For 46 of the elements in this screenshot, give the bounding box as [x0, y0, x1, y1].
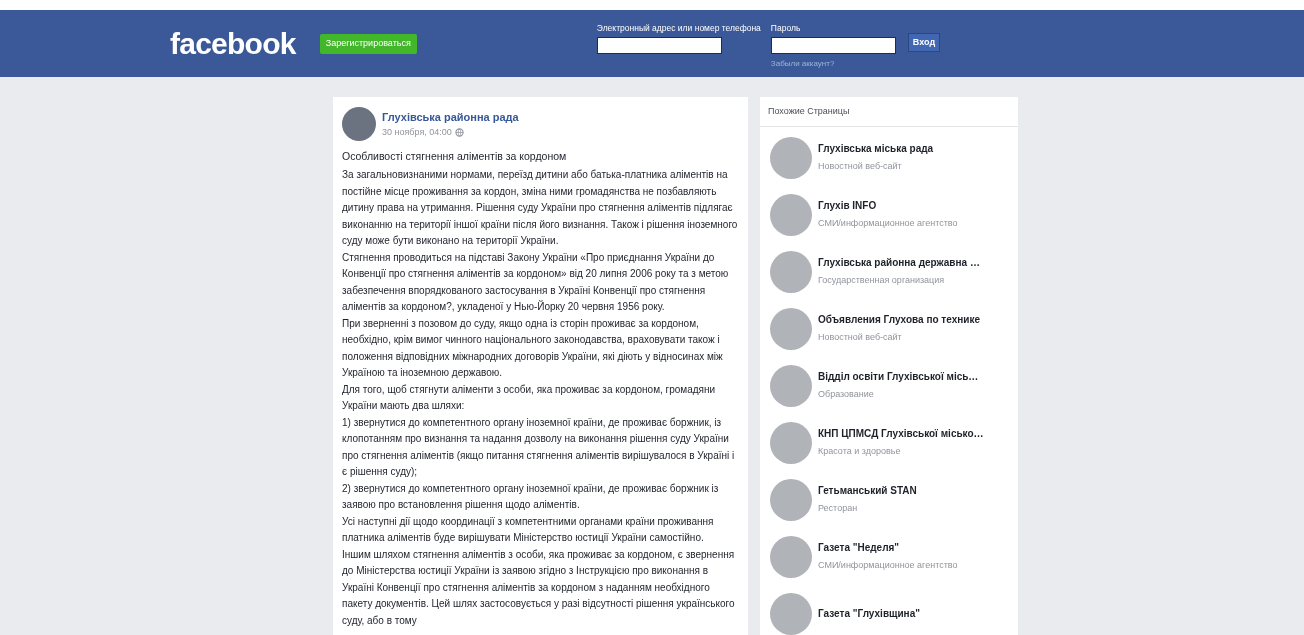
- post-title: Особливості стягнення аліментів за кордоном: [342, 149, 568, 164]
- related-pages-title: Похожие Страницы: [760, 97, 1018, 127]
- page-name-link[interactable]: Глухівська міська рада: [818, 142, 934, 156]
- facebook-logo[interactable]: facebook: [170, 28, 296, 59]
- email-label: Электронный адрес или номер телефона: [596, 22, 761, 34]
- page-name-link[interactable]: Глухівська районна державна …: [818, 256, 980, 270]
- page-category: Образование: [818, 388, 875, 401]
- page-category: Государственная организация: [818, 274, 946, 287]
- post-paragraph: 1) звернутися до компетентного органу іноземної країни, де проживає боржник, із клопотанням про визнання та надання дозволу на виконання рішення суду України про стягнення аліментів (якщо питання стягнення аліментів вирішувалося в Україні і є рішення суду);: [342, 415, 736, 479]
- post-paragraph: При зверненні з позовом до суду, якщо одна із сторін проживає за кордоном, необхідно, крім вимог чинного національного законодавства, враховувати також і положення відповідних міжнародних договорів України, які діють у відносинах між Україною та іноземною державою.: [342, 316, 724, 380]
- password-label: Пароль: [770, 22, 802, 34]
- page-avatar: [770, 307, 812, 350]
- page-name-link[interactable]: Газета "Глухівщина": [818, 606, 920, 621]
- page-avatar: [770, 421, 812, 464]
- page-avatar: [770, 592, 812, 635]
- page-category: СМИ/информационное агентство: [818, 217, 958, 230]
- page-category: Красота и здоровье: [818, 445, 902, 458]
- page-name-link[interactable]: Відділ освіти Глухівської місь…: [818, 370, 979, 384]
- page-name-link[interactable]: Глухів INFO: [818, 199, 958, 213]
- page-avatar: [770, 535, 812, 578]
- page-avatar: [342, 107, 376, 141]
- post-paragraph: 2) звернутися до компетентного органу іноземної країни, де проживає боржник із заявою про встановлення рішення щодо аліментів.: [342, 481, 720, 512]
- page-avatar: [770, 364, 812, 407]
- page-name-link[interactable]: КНП ЦПМСД Глухівської місько…: [818, 427, 984, 441]
- post-time: 30 ноября, 04:00: [382, 125, 452, 139]
- page-category: Ресторан: [818, 502, 859, 515]
- page-category: Новостной веб-сайт: [818, 331, 903, 344]
- post-paragraph: Для того, щоб стягнути аліменти з особи, яка проживає за кордоном, громадяни України мають два шляхи:: [342, 382, 717, 413]
- post-paragraph: Стягнення проводиться на підставі Закону України «Про приєднання України до Конвенції про стягнення аліментів за кордоном» від 20 липня 2006 року та з метою забезпечення впорядкованого застосування в Україні Конвенції про стягнення аліментів за кордоном?, укладеної у Нью-Йорку 20 червня 1956 року.: [342, 250, 730, 314]
- password-field[interactable]: [770, 37, 896, 54]
- page-name-link[interactable]: Газета "Неделя": [818, 541, 958, 555]
- globe-icon: [454, 127, 464, 137]
- post-paragraph: За загальновизнаними нормами, переїзд дитини або батька-платника аліментів на постійне місце проживання за кордон, зміна ними громадянства не позбавляють дитину права на утримання. Рішення суду України про стягнення аліментів підлягає виконанню на території іншої країни після його визнання. Також і рішення іноземного суду може бути виконано на території України.: [342, 168, 739, 248]
- page-avatar: [770, 136, 812, 179]
- login-button[interactable]: Вход: [907, 33, 941, 52]
- post-paragraph: Іншим шляхом стягнення аліментів з особи, яка проживає за кордоном, є звернення до Міністерства юстиції України із заявою згідно з Інструкцією про виконання в Україні Конвенції про стягнення аліментів за кордоном з наданням необхідного пакету документів. Цей шлях застосовується у разі відсутності рішення українського суду, або в тому: [342, 547, 736, 628]
- post-paragraph: Усі наступні дії щодо координації з компетентними органами країни проживання платника аліментів буде вирішувати Міністерство юстиції України самостійно.: [342, 514, 715, 545]
- page-name-link[interactable]: Объявления Глухова по технике: [818, 313, 980, 327]
- page-name-link[interactable]: Глухівська районна рада: [382, 109, 519, 126]
- page-name-link[interactable]: Гетьманський STAN: [818, 484, 917, 498]
- email-field[interactable]: [596, 37, 722, 54]
- page-category: Новостной веб-сайт: [818, 160, 903, 173]
- page-avatar: [770, 478, 812, 521]
- page-category: СМИ/информационное агентство: [818, 559, 958, 572]
- page-avatar: [770, 250, 812, 293]
- page-avatar: [770, 193, 812, 236]
